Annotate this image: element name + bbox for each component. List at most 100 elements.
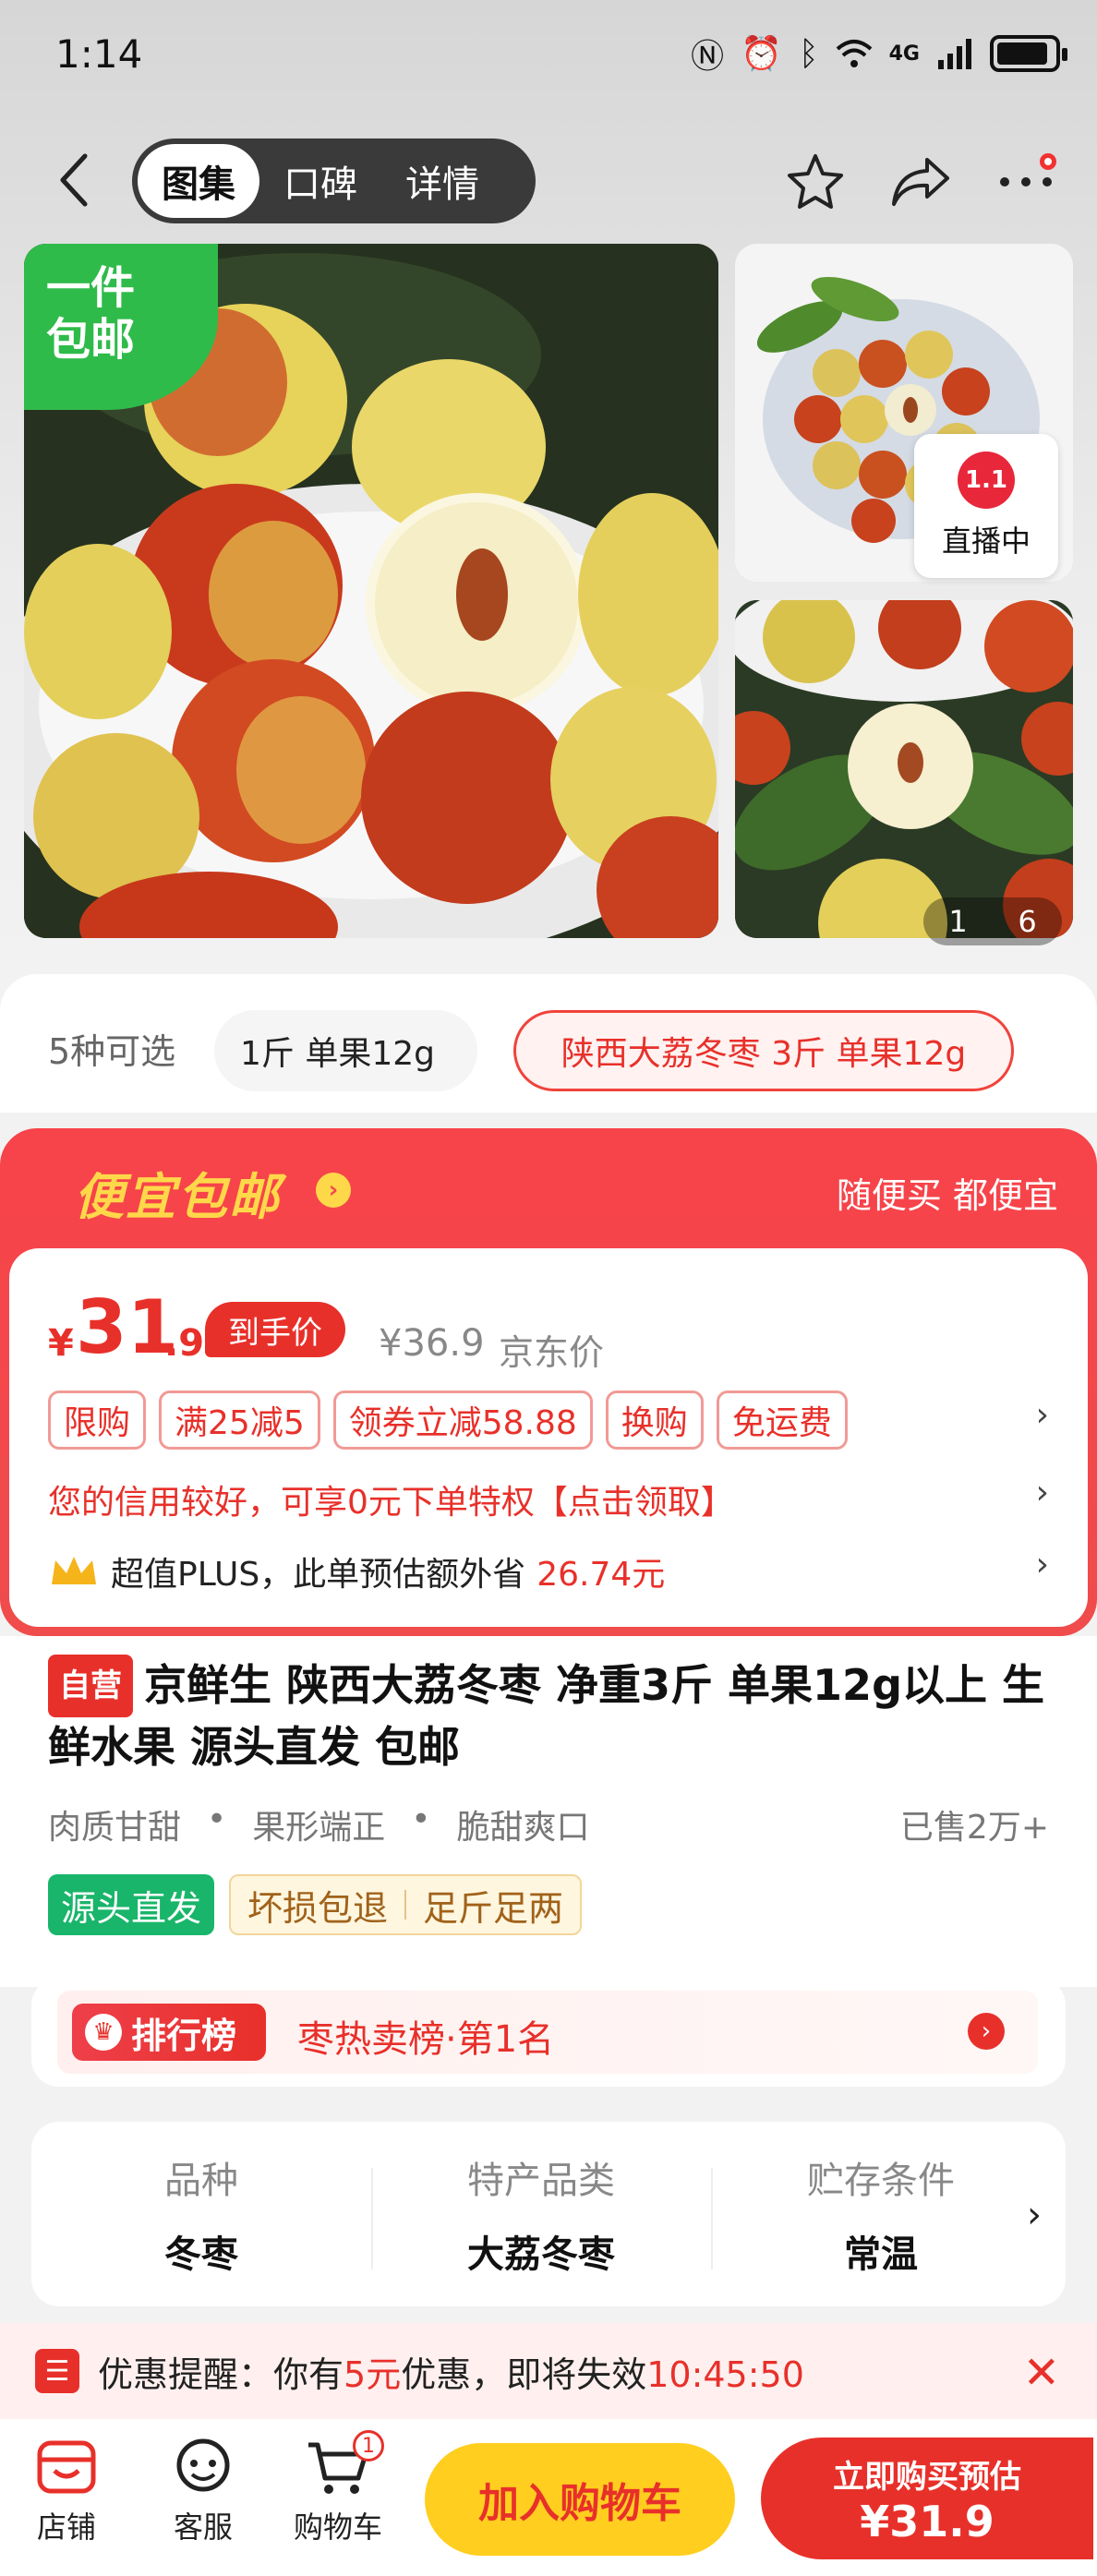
chevron-right-icon[interactable]: › [316,1173,351,1208]
spec-card[interactable]: 品种 冬枣 特产品类 大荔冬枣 贮存条件 常温 [31,2122,1066,2306]
discount-reminder-bar[interactable]: ☰ 优惠提醒：你有5元优惠，即将失效10:45:50 [0,2323,1097,2419]
nav-tabs: 图集 口碑 详情 [132,138,536,223]
ship-badge-line2: 包邮 [46,314,136,366]
price-currency: ¥ [48,1322,74,1365]
close-icon[interactable]: ✕ [1023,2347,1060,2399]
gallery-page-counter: 1 6 [923,897,1062,945]
coupon-tag[interactable]: 限购 [48,1390,147,1450]
price-integer: 31 [76,1284,179,1370]
page-total: 6 [1018,904,1037,939]
main-product-image[interactable]: 一件 包邮 [24,244,718,938]
back-button[interactable] [46,148,102,212]
service-icon [176,2438,230,2492]
crown-icon [52,1557,96,1584]
chevron-right-icon[interactable]: › [1027,2194,1042,2236]
sold-count: 已售2万+ [899,1809,1049,1847]
guarantee-item: 坏损包退 [247,1887,389,1929]
shop-icon [37,2440,96,2494]
plus-savings-row[interactable]: 超值PLUS，此单预估额外省 26.74元 [48,1547,665,1595]
tag-divider [404,1890,407,1920]
status-time: 1:14 [55,31,143,77]
attribute-item: 果形端正 [252,1809,386,1847]
original-price-label: 京东价 [499,1332,605,1373]
more-button[interactable] [992,148,1060,216]
tab-gallery[interactable]: 图集 [138,144,259,218]
page-current: 1 [948,904,968,939]
add-to-cart-button[interactable]: 加入购物车 [425,2443,735,2556]
credit-offer-link[interactable]: 您的信用较好，可享0元下单特权【点击领取】 [48,1475,734,1523]
attribute-separator: • [207,1800,227,1838]
jujube-leaves-illustration [735,600,1073,938]
reminder-prefix: 优惠提醒：你有 [98,2353,344,2395]
chevron-right-icon[interactable]: › [968,2013,1005,2050]
bluetooth-icon: ᛒ [799,34,819,73]
tab-reviews[interactable]: 口碑 [259,144,381,218]
spec-item: 贮存条件 常温 [711,2122,1051,2306]
original-price: ¥36.9 [379,1322,485,1365]
variant-option[interactable]: 1斤 单果12g [214,1010,477,1091]
promo-title[interactable]: 便宜包邮 [74,1156,281,1229]
shop-label: 店铺 [36,2510,96,2545]
attribute-item: 脆甜爽口 [456,1809,590,1847]
spec-value: 大荔冬枣 [467,2233,615,2276]
shop-button[interactable]: 店铺 [11,2438,122,2546]
ranking-text[interactable]: 枣热卖榜·第1名 [297,2009,554,2063]
product-title: 自营 京鲜生 陕西大荔冬枣 净重3斤 单果12g以上 生鲜水果 源头直发 包邮 [48,1655,1055,1776]
product-title-text: 京鲜生 陕西大荔冬枣 净重3斤 单果12g以上 生鲜水果 源头直发 包邮 [48,1660,1045,1772]
variant-option-selected[interactable]: 陕西大荔冬枣 3斤 单果12g [513,1010,1014,1091]
variant-count[interactable]: 5种可选 [48,1023,175,1074]
reminder-countdown: 10:45:50 [646,2353,804,2395]
spec-item: 品种 冬枣 [31,2122,371,2306]
live-label: 直播中 [941,524,1031,559]
customer-service-button[interactable]: 客服 [148,2438,259,2546]
chevron-left-icon [60,153,88,207]
buy-now-label: 立即购买预估 [833,2458,1021,2496]
cart-count-badge: 1 [353,2430,384,2462]
spec-item: 特产品类 大荔冬枣 [371,2122,711,2306]
reminder-text: 优惠提醒：你有5元优惠，即将失效10:45:50 [98,2346,804,2397]
final-price-tag: 到手价 [205,1302,345,1357]
chevron-right-icon[interactable]: › [1036,1396,1049,1434]
trophy-icon: ♛ [85,2014,122,2051]
status-bar: 1:14 Ⓝ ⏰ ᛒ 4G [0,0,1097,111]
promo-slogan: 随便买 都便宜 [836,1175,1058,1216]
tab-details[interactable]: 详情 [381,144,503,218]
reminder-amount: 5元 [344,2353,402,2395]
signal-icon [938,39,971,69]
favorite-button[interactable] [781,148,850,216]
buy-now-price: ¥31.9 [860,2496,995,2546]
guarantee-tag: 坏损包退 足斤足两 [229,1874,583,1935]
spec-label: 特产品类 [467,2160,615,2202]
coupon-row[interactable]: 限购 满25减5 领券立减58.88 换购 免运费 [48,1390,848,1450]
service-tags: 源头直发 坏损包退 足斤足两 [48,1874,583,1935]
alarm-icon: ⏰ [741,35,783,73]
share-icon [892,158,949,206]
reminder-middle: 优惠，即将失效 [401,2353,647,2395]
buy-now-button[interactable]: 立即购买预估 ¥31.9 [761,2438,1093,2559]
chevron-right-icon[interactable]: › [1036,1474,1049,1511]
coupon-tag[interactable]: 免运费 [716,1390,848,1450]
live-stream-button[interactable]: 1.1 直播中 [914,434,1058,578]
battery-icon [990,35,1067,72]
notification-dot [1040,153,1056,170]
chevron-right-icon[interactable]: › [1036,1546,1049,1583]
cart-label: 购物车 [293,2510,382,2545]
product-attributes: 肉质甘甜 • 果形端正 • 脆甜爽口 [48,1800,590,1848]
self-operated-tag: 自营 [48,1655,133,1717]
share-button[interactable] [886,148,955,216]
coupon-tag[interactable]: 满25减5 [159,1390,320,1450]
spec-label: 贮存条件 [807,2160,955,2202]
cart-button[interactable]: 1 购物车 [283,2430,393,2546]
coupon-tag[interactable]: 换购 [605,1390,704,1450]
source-direct-tag: 源头直发 [48,1874,215,1935]
network-label: 4G [888,42,920,66]
nfc-icon: Ⓝ [691,38,725,76]
ranking-badge-label: 排行榜 [131,2015,237,2056]
spec-value: 常温 [844,2233,918,2276]
guarantee-item: 足斤足两 [423,1887,564,1929]
ship-badge-line1: 一件 [46,262,136,314]
ranking-badge: ♛ 排行榜 [72,2004,266,2061]
gallery-thumbnail-2[interactable] [735,600,1073,938]
more-icon [1000,177,1052,187]
coupon-tag[interactable]: 领券立减58.88 [332,1390,593,1450]
